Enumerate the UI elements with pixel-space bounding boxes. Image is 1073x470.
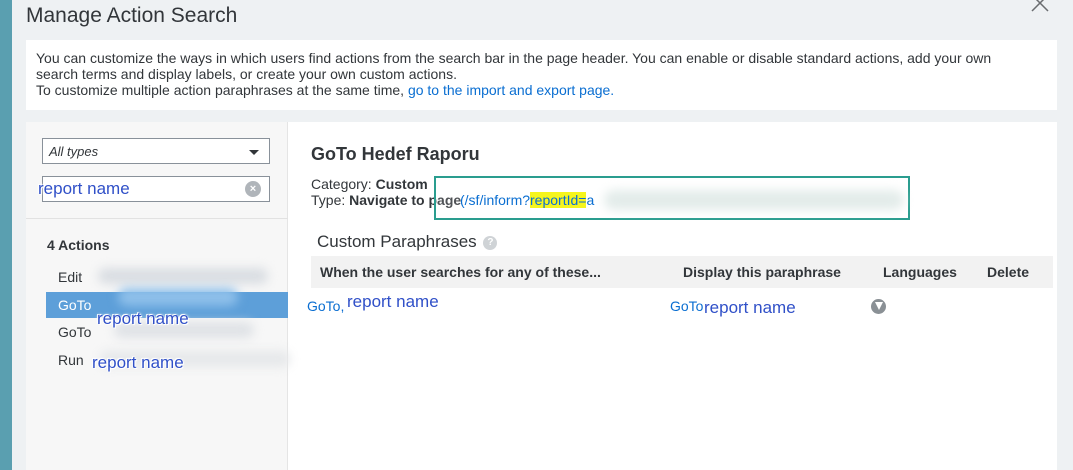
language-marker-icon[interactable] [871, 299, 886, 314]
search-terms-annotation: report name [347, 292, 439, 311]
selected-item-annotation: report name [97, 309, 189, 328]
url-highlight: reportId= [530, 192, 587, 208]
info-line-1: You can customize the ways in which user… [36, 50, 992, 66]
info-line-2: search terms and display labels, or crea… [36, 66, 457, 82]
redacted-text [98, 268, 268, 284]
type-filter-dropdown[interactable]: All types [42, 138, 270, 164]
action-item-label: Edit [58, 269, 83, 285]
custom-paraphrases-label: Custom Paraphrases [317, 232, 477, 251]
info-line-3-text: To customize multiple action paraphrases… [36, 82, 405, 98]
redacted-url [604, 190, 904, 210]
display-paraphrase-annotation: report name [704, 298, 796, 317]
info-line-3: To customize multiple action paraphrases… [36, 82, 1047, 98]
run-item-annotation: report name [92, 353, 184, 372]
import-export-link[interactable]: go to the import and export page. [408, 82, 614, 98]
column-languages: Languages [883, 264, 957, 280]
type-label: Type: [311, 192, 346, 208]
column-delete: Delete [987, 264, 1030, 280]
custom-paraphrases-title: Custom Paraphrases ? [317, 232, 498, 252]
dialog-title: Manage Action Search [26, 4, 238, 27]
column-search-terms: When the user searches for any of these.… [320, 264, 601, 280]
column-display-paraphrase: Display this paraphrase [683, 264, 841, 280]
url-suffix: a [586, 192, 595, 208]
display-paraphrase-cell[interactable]: GoTo [670, 298, 703, 314]
redacted-text [118, 288, 238, 306]
chevron-down-icon [249, 150, 259, 155]
close-icon[interactable] [1029, 0, 1051, 14]
category-label: Category: [311, 176, 372, 192]
category-row: Category: Custom [311, 176, 428, 192]
url-prefix: (/sf/inform? [460, 192, 531, 208]
paraphrase-table-header: When the user searches for any of these.… [311, 256, 1053, 288]
info-message: You can customize the ways in which user… [26, 40, 1057, 110]
action-item-label: Run [58, 352, 84, 368]
actions-count: 4 Actions [47, 237, 110, 253]
action-detail-title: GoTo Hedef Raporu [311, 144, 480, 164]
sidebar-divider [26, 218, 288, 219]
search-terms-cell[interactable]: GoTo, [307, 298, 344, 314]
help-icon[interactable]: ? [483, 235, 498, 250]
category-value: Custom [375, 176, 428, 192]
actions-sidebar: All types × 4 Actions Edit GoTo GoTo Run [26, 122, 290, 470]
action-item-label: GoTo [58, 324, 92, 340]
type-filter-value: All types [49, 144, 99, 159]
manage-action-search-dialog: Manage Action Search You can customize t… [12, 0, 1073, 470]
target-url[interactable]: (/sf/inform?reportId=a [460, 192, 594, 208]
search-value-annotation: report name [38, 179, 130, 198]
clear-icon[interactable]: × [245, 181, 261, 197]
action-item-label: GoTo [58, 297, 92, 313]
main-panel: All types × 4 Actions Edit GoTo GoTo Run [26, 122, 1057, 470]
